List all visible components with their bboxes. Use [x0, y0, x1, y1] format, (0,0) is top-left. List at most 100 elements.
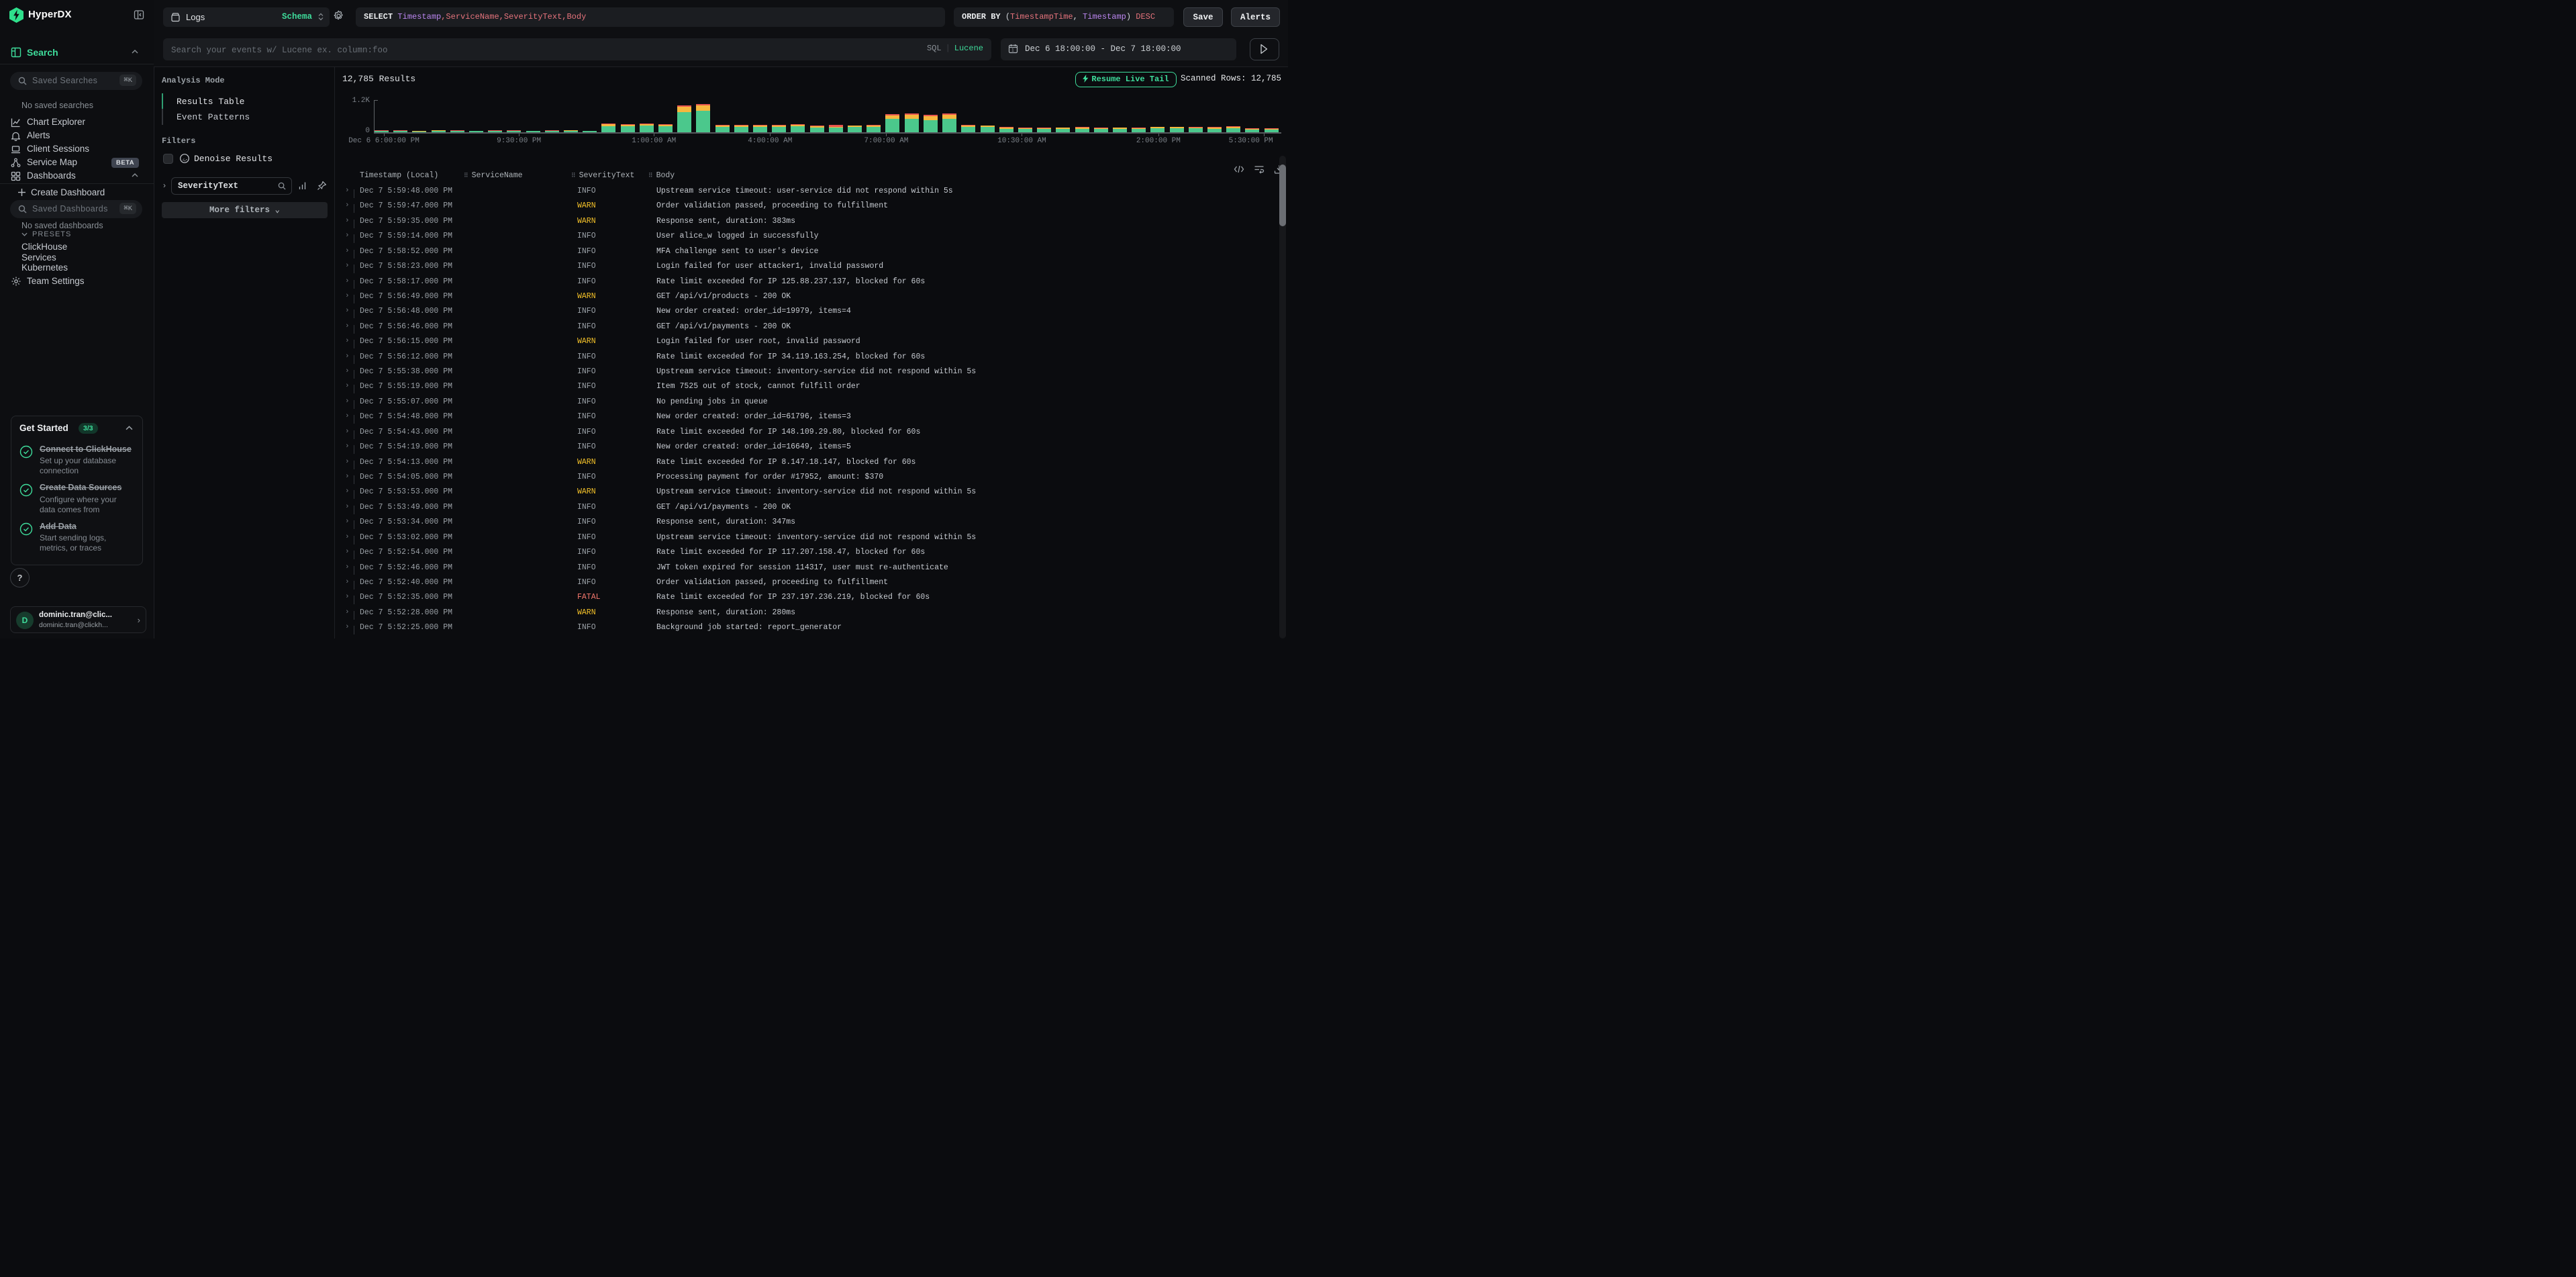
row-expand-icon[interactable]: ›: [345, 277, 350, 285]
table-row[interactable]: ›Dec 7 5:59:35.000 PMWARNResponse sent, …: [335, 217, 1288, 232]
row-expand-icon[interactable]: ›: [345, 623, 350, 631]
row-expand-icon[interactable]: ›: [345, 292, 350, 300]
row-expand-icon[interactable]: ›: [345, 322, 350, 330]
source-selector[interactable]: Logs Schema: [163, 7, 330, 27]
row-expand-icon[interactable]: ›: [345, 352, 350, 361]
row-expand-icon[interactable]: ›: [345, 201, 350, 209]
table-row[interactable]: ›Dec 7 5:56:48.000 PMINFONew order creat…: [335, 307, 1288, 322]
query-settings-gear-icon[interactable]: [333, 10, 344, 21]
order-by-input[interactable]: ORDER BY (TimestampTime, Timestamp) DESC: [954, 7, 1174, 27]
saved-dashboards-input[interactable]: Saved Dashboards ⌘K: [10, 200, 142, 218]
chevron-up-icon[interactable]: [132, 50, 138, 54]
chevron-up-icon[interactable]: [126, 426, 133, 430]
row-expand-icon[interactable]: ›: [345, 458, 350, 466]
row-expand-icon[interactable]: ›: [345, 412, 350, 420]
table-row[interactable]: ›Dec 7 5:55:19.000 PMINFOItem 7525 out o…: [335, 382, 1288, 397]
table-row[interactable]: ›Dec 7 5:53:53.000 PMWARNUpstream servic…: [335, 487, 1288, 502]
get-started-item[interactable]: Create Data SourcesConfigure where your …: [19, 482, 134, 514]
row-expand-icon[interactable]: ›: [345, 217, 350, 225]
presets-header[interactable]: PRESETS: [32, 230, 71, 238]
wrap-lines-icon[interactable]: [1254, 164, 1264, 175]
table-row[interactable]: ›Dec 7 5:56:12.000 PMINFORate limit exce…: [335, 352, 1288, 367]
row-expand-icon[interactable]: ›: [345, 382, 350, 390]
table-row[interactable]: ›Dec 7 5:53:49.000 PMINFOGET /api/v1/pay…: [335, 503, 1288, 518]
row-expand-icon[interactable]: ›: [345, 518, 350, 526]
table-row[interactable]: ›Dec 7 5:52:40.000 PMINFOOrder validatio…: [335, 578, 1288, 593]
scrollbar-track[interactable]: [1279, 156, 1286, 638]
table-row[interactable]: ›Dec 7 5:53:34.000 PMINFOResponse sent, …: [335, 518, 1288, 532]
bar-chart-icon[interactable]: [298, 181, 308, 191]
column-header-timestamp[interactable]: Timestamp (Local): [360, 171, 438, 180]
code-view-icon[interactable]: [1234, 164, 1244, 175]
row-expand-icon[interactable]: ›: [345, 533, 350, 541]
row-expand-icon[interactable]: ›: [345, 337, 350, 345]
row-expand-icon[interactable]: ›: [345, 307, 350, 315]
tab-results-table[interactable]: Results Table: [177, 97, 244, 107]
row-expand-icon[interactable]: ›: [345, 473, 350, 481]
column-header-body[interactable]: ⠿Body: [648, 171, 675, 180]
chevron-right-icon[interactable]: ›: [163, 181, 166, 190]
row-expand-icon[interactable]: ›: [345, 563, 350, 571]
table-row[interactable]: ›Dec 7 5:58:23.000 PMINFOLogin failed fo…: [335, 262, 1288, 277]
severity-filter-field[interactable]: SeverityText: [171, 177, 292, 195]
table-row[interactable]: ›Dec 7 5:52:54.000 PMINFORate limit exce…: [335, 548, 1288, 563]
sidebar-item-alerts[interactable]: Alerts: [0, 130, 154, 143]
drag-handle-icon[interactable]: ⠿: [571, 173, 576, 179]
row-expand-icon[interactable]: ›: [345, 397, 350, 406]
table-row[interactable]: ›Dec 7 5:54:13.000 PMWARNRate limit exce…: [335, 458, 1288, 473]
column-header-servicename[interactable]: ⠿ServiceName: [464, 171, 523, 180]
table-row[interactable]: ›Dec 7 5:59:48.000 PMINFOUpstream servic…: [335, 187, 1288, 201]
row-expand-icon[interactable]: ›: [345, 232, 350, 240]
scrollbar-thumb[interactable]: [1279, 164, 1286, 226]
sql-option[interactable]: SQL: [927, 44, 942, 53]
table-row[interactable]: ›Dec 7 5:56:15.000 PMWARNLogin failed fo…: [335, 337, 1288, 352]
help-button[interactable]: ?: [10, 568, 30, 587]
chevron-down-icon[interactable]: [21, 232, 28, 236]
table-row[interactable]: ›Dec 7 5:54:19.000 PMINFONew order creat…: [335, 442, 1288, 457]
preset-clickhouse[interactable]: ClickHouse: [0, 242, 154, 252]
table-row[interactable]: ›Dec 7 5:56:49.000 PMWARNGET /api/v1/pro…: [335, 292, 1288, 307]
sidebar-item-chart-explorer[interactable]: Chart Explorer: [0, 116, 154, 130]
row-expand-icon[interactable]: ›: [345, 487, 350, 495]
sidebar-item-client-sessions[interactable]: Client Sessions: [0, 143, 154, 156]
get-started-item[interactable]: Add DataStart sending logs, metrics, or …: [19, 521, 134, 553]
lucene-search-input[interactable]: Search your events w/ Lucene ex. column:…: [163, 38, 991, 60]
more-filters-button[interactable]: More filters ⌄: [162, 202, 328, 218]
row-expand-icon[interactable]: ›: [345, 608, 350, 616]
lucene-option[interactable]: Lucene: [954, 44, 983, 53]
row-expand-icon[interactable]: ›: [345, 442, 350, 451]
sidebar-item-search[interactable]: Search: [0, 45, 154, 60]
sidebar-collapse-icon[interactable]: [134, 9, 144, 20]
table-row[interactable]: ›Dec 7 5:52:28.000 PMWARNResponse sent, …: [335, 608, 1288, 623]
table-row[interactable]: ›Dec 7 5:52:25.000 PMINFOBackground job …: [335, 623, 1288, 638]
table-row[interactable]: ›Dec 7 5:56:46.000 PMINFOGET /api/v1/pay…: [335, 322, 1288, 337]
drag-handle-icon[interactable]: ⠿: [648, 173, 653, 179]
table-row[interactable]: ›Dec 7 5:54:43.000 PMINFORate limit exce…: [335, 428, 1288, 442]
save-button[interactable]: Save: [1183, 7, 1223, 27]
denoise-label[interactable]: Denoise Results: [194, 154, 273, 164]
select-query-input[interactable]: SELECT Timestamp,ServiceName,SeverityTex…: [356, 7, 945, 27]
search-icon[interactable]: [278, 182, 286, 190]
date-range-picker[interactable]: 1 Dec 6 18:00:00 - Dec 7 18:00:00: [1001, 38, 1236, 60]
row-expand-icon[interactable]: ›: [345, 187, 350, 195]
table-row[interactable]: ›Dec 7 5:52:35.000 PMFATALRate limit exc…: [335, 593, 1288, 608]
table-row[interactable]: ›Dec 7 5:59:14.000 PMINFOUser alice_w lo…: [335, 232, 1288, 246]
denoise-checkbox[interactable]: [163, 154, 173, 164]
table-row[interactable]: ›Dec 7 5:55:38.000 PMINFOUpstream servic…: [335, 367, 1288, 382]
preset-kubernetes[interactable]: Kubernetes: [0, 263, 154, 273]
table-row[interactable]: ›Dec 7 5:58:17.000 PMINFORate limit exce…: [335, 277, 1288, 292]
row-expand-icon[interactable]: ›: [345, 367, 350, 375]
tab-event-patterns[interactable]: Event Patterns: [177, 112, 250, 122]
sidebar-item-service-map[interactable]: Service MapBETA: [0, 156, 154, 170]
sidebar-item-team-settings[interactable]: Team Settings: [0, 274, 154, 289]
row-expand-icon[interactable]: ›: [345, 262, 350, 270]
table-row[interactable]: ›Dec 7 5:59:47.000 PMWARNOrder validatio…: [335, 201, 1288, 216]
row-expand-icon[interactable]: ›: [345, 578, 350, 586]
table-row[interactable]: ›Dec 7 5:54:05.000 PMINFOProcessing paym…: [335, 473, 1288, 487]
create-dashboard-button[interactable]: Create Dashboard: [0, 185, 154, 200]
query-language-toggle[interactable]: SQL|Lucene: [927, 44, 983, 53]
sidebar-item-dashboards[interactable]: Dashboards: [0, 170, 154, 183]
preset-services[interactable]: Services: [0, 252, 154, 263]
row-expand-icon[interactable]: ›: [345, 548, 350, 556]
row-expand-icon[interactable]: ›: [345, 247, 350, 255]
